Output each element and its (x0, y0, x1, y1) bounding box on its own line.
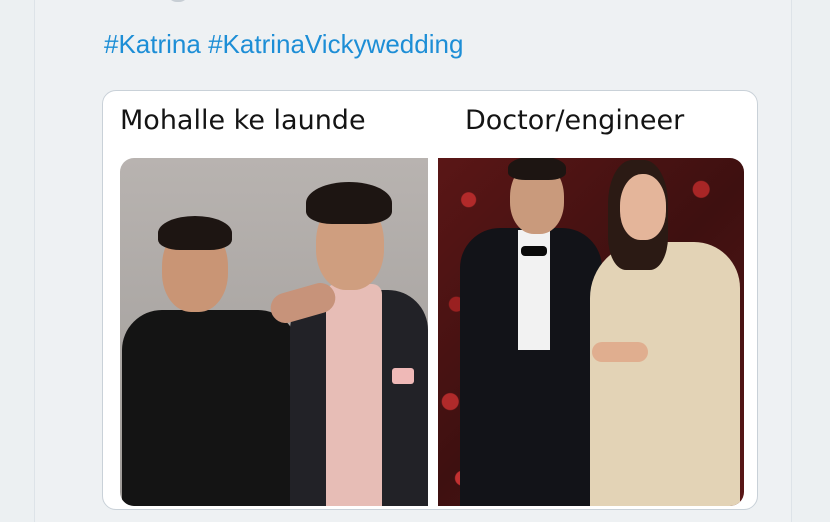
person-figure (120, 158, 428, 506)
hashtag-katrina[interactable]: #Katrina (104, 29, 201, 59)
tweet-text: #Katrina #KatrinaVickywedding (104, 28, 463, 60)
page: #Katrina #KatrinaVickywedding Mohalle ke… (0, 0, 830, 522)
hashtag-katrina-vicky-wedding[interactable]: #KatrinaVickywedding (208, 29, 463, 59)
tweet-card[interactable]: #Katrina #KatrinaVickywedding Mohalle ke… (34, 0, 792, 522)
person-figure (438, 158, 744, 506)
tweet-media-image[interactable]: Mohalle ke launde Doctor/engineer (102, 90, 758, 510)
meme-photo-left (120, 158, 428, 506)
meme-caption-right: Doctor/engineer (465, 105, 685, 136)
avatar[interactable] (167, 0, 189, 2)
meme-caption-left: Mohalle ke launde (120, 105, 366, 136)
meme-photo-right (438, 158, 744, 506)
